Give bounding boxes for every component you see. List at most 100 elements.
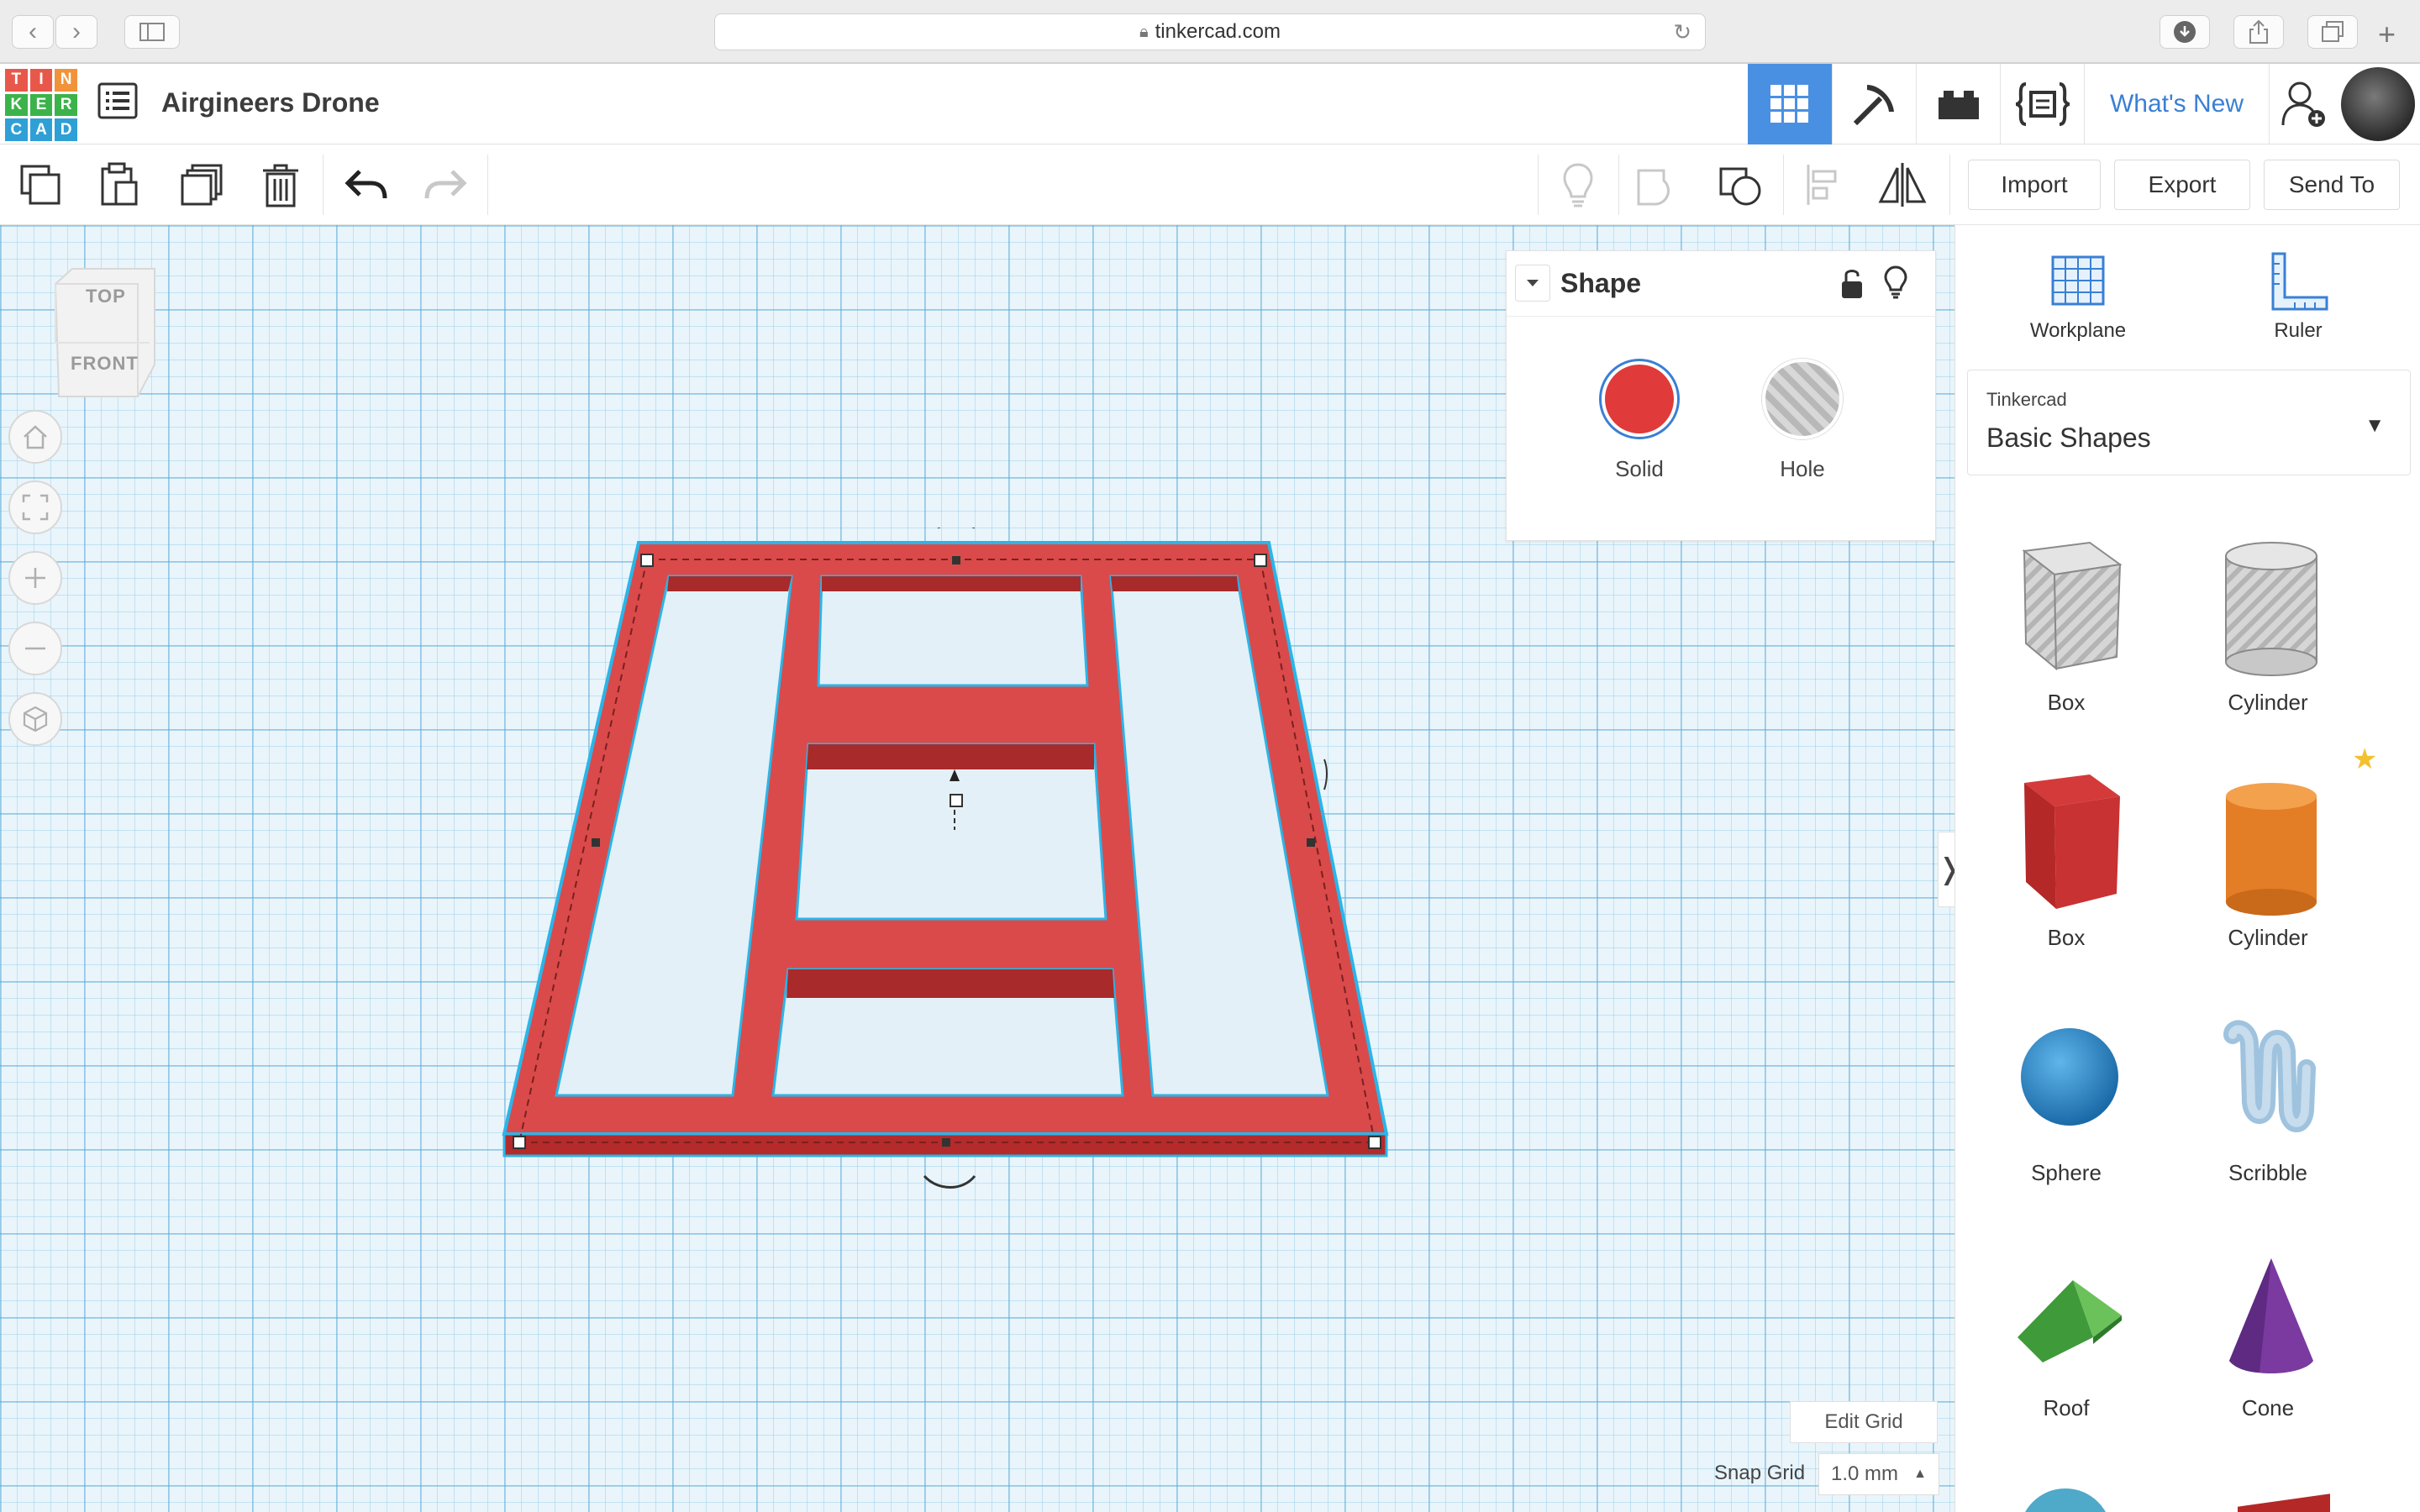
mirror-button[interactable] [1872, 156, 1933, 213]
home-icon [24, 425, 47, 449]
user-avatar[interactable] [2341, 67, 2415, 141]
forward-icon: › [72, 18, 81, 45]
hide-toggle-button[interactable] [1883, 265, 1908, 304]
collapse-panel-button[interactable] [1515, 265, 1550, 302]
workplane-label: Workplane [2029, 319, 2127, 342]
3d-design-view-button[interactable] [1748, 64, 1832, 144]
tinkercad-logo[interactable]: T I N K E R C A D [5, 69, 77, 141]
shape-category-select[interactable]: Tinkercad Basic Shapes ▼ [1967, 370, 2411, 475]
list-icon [97, 82, 138, 119]
shape-label: Box [2047, 925, 2086, 950]
zoom-in-button[interactable] [8, 551, 62, 605]
send-to-button[interactable]: Send To [2264, 160, 2400, 210]
ungroup-icon [1719, 167, 1761, 206]
import-button[interactable]: Import [1968, 160, 2101, 210]
undo-button[interactable] [336, 156, 397, 213]
toolbar-divider [1949, 155, 1950, 215]
forward-button[interactable]: › [55, 15, 97, 49]
plus-icon [25, 568, 45, 588]
ruler-icon [2271, 252, 2328, 311]
drone-frame-model[interactable] [487, 528, 1412, 1200]
toolbar-divider [1783, 155, 1784, 215]
project-title[interactable]: Airgineers Drone [161, 87, 380, 118]
paste-button[interactable] [89, 156, 150, 213]
notes-button[interactable] [1548, 156, 1608, 213]
shape-label: Box [2047, 690, 2086, 715]
solid-swatch[interactable] [1599, 359, 1680, 439]
shape-item-scribble[interactable]: Scribble [2175, 984, 2360, 1203]
toolbar-divider [323, 155, 324, 215]
reload-icon[interactable]: ↻ [1673, 19, 1691, 45]
view-cube-front-label[interactable]: FRONT [71, 353, 139, 375]
logo-letter: D [55, 118, 77, 141]
whats-new-button[interactable]: What's New [2084, 64, 2269, 144]
logo-letter: A [29, 118, 53, 141]
url-text: tinkercad.com [1155, 20, 1281, 43]
logo-letter: R [55, 93, 77, 117]
design-menu-button[interactable] [97, 82, 138, 119]
box-hole-icon [2022, 541, 2123, 671]
add-user-icon [2281, 81, 2325, 127]
shape-item-box[interactable]: Box [1974, 749, 2159, 968]
sidebar-toggle-button[interactable] [124, 15, 180, 49]
copy-button[interactable] [10, 156, 71, 213]
home-view-button[interactable] [8, 410, 62, 464]
workplane-tool-button[interactable]: Workplane [1994, 242, 2162, 343]
shape-item-sphere[interactable]: Sphere [1974, 984, 2159, 1203]
shapes-panel-toggle[interactable]: ❭ [1938, 832, 1954, 907]
view-cube-top-label[interactable]: TOP [86, 286, 126, 307]
pickaxe-icon [1853, 85, 1894, 126]
downloads-button[interactable] [2160, 15, 2210, 49]
align-button[interactable] [1793, 156, 1854, 213]
minus-icon [25, 647, 45, 650]
sidebar-icon [139, 23, 165, 41]
zoom-out-button[interactable] [8, 622, 62, 675]
fit-view-icon [22, 494, 49, 521]
perspective-cube-icon [23, 706, 48, 732]
snap-grid-select[interactable]: 1.0 mm ▲ [1818, 1453, 1939, 1495]
new-tab-icon[interactable]: + [2378, 17, 2396, 52]
shape-item-cylinder-hole[interactable]: Cylinder [2175, 514, 2360, 732]
share-button[interactable] [2233, 15, 2284, 49]
shape-item-box-hole[interactable]: Box [1974, 514, 2159, 732]
view-cube[interactable]: TOP FRONT [50, 265, 160, 400]
minecraft-view-button[interactable] [1832, 64, 1916, 144]
shape-label: Scribble [2228, 1160, 2307, 1185]
tabs-overview-button[interactable] [2307, 15, 2358, 49]
copy-icon [20, 165, 60, 205]
edit-grid-button[interactable]: Edit Grid [1790, 1401, 1938, 1443]
shape-item-cylinder[interactable]: Cylinder [2175, 749, 2360, 968]
export-button[interactable]: Export [2114, 160, 2250, 210]
shape-item-partial[interactable] [2019, 1488, 2112, 1512]
hole-swatch[interactable] [1762, 359, 1843, 439]
group-icon [1637, 169, 1670, 206]
duplicate-icon [181, 164, 223, 206]
group-button[interactable] [1628, 156, 1689, 213]
snap-grid-label: Snap Grid [1714, 1462, 1806, 1484]
shape-inspector-panel: Shape Solid Hole [1506, 250, 1937, 541]
align-icon [1807, 165, 1837, 205]
address-bar[interactable]: 🔒︎ tinkercad.com ↻ [714, 13, 1706, 50]
shape-item-cone[interactable]: Cone [2175, 1220, 2360, 1438]
library-category-value: Basic Shapes [1986, 423, 2151, 453]
app-header: T I N K E R C A D Airgineers Drone What'… [0, 64, 2420, 144]
projection-toggle-button[interactable] [8, 692, 62, 746]
fit-view-button[interactable] [8, 480, 62, 534]
ungroup-button[interactable] [1711, 156, 1771, 213]
codeblocks-view-button[interactable] [2000, 64, 2084, 144]
redo-button[interactable] [415, 156, 476, 213]
lock-toggle-button[interactable] [1839, 266, 1865, 304]
delete-button[interactable] [250, 156, 311, 213]
toolbar-divider [1618, 155, 1619, 215]
shape-item-roof[interactable]: Roof [1974, 1220, 2159, 1438]
share-icon [2249, 19, 2268, 44]
ruler-tool-button[interactable]: Ruler [2214, 242, 2382, 343]
lego-view-button[interactable] [1916, 64, 2000, 144]
shape-panel-header: Shape [1507, 251, 1937, 317]
workplane-canvas[interactable]: TOP FRONT Shape Solid Hole Edit Grid Sna… [0, 225, 1954, 1512]
shape-item-partial[interactable] [2238, 1492, 2330, 1512]
duplicate-button[interactable] [171, 156, 232, 213]
invite-user-button[interactable] [2269, 64, 2338, 144]
back-button[interactable]: ‹ [12, 15, 54, 49]
paste-icon [101, 162, 138, 206]
